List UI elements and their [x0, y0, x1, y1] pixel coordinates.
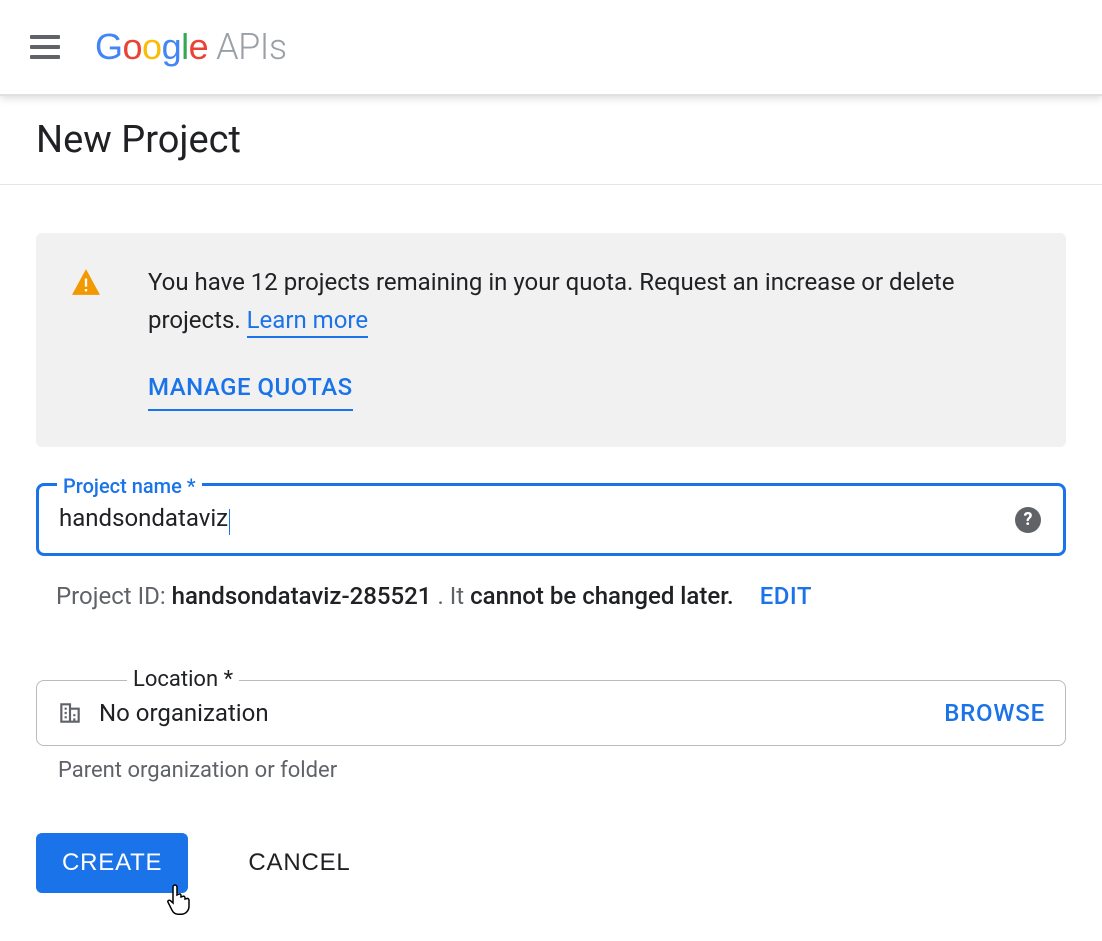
- project-id-mid: . It: [437, 582, 464, 610]
- project-id-prefix: Project ID:: [56, 582, 166, 610]
- location-helper: Parent organization or folder: [36, 758, 1066, 783]
- quota-alert: You have 12 projects remaining in your q…: [36, 233, 1066, 447]
- manage-quotas-link[interactable]: MANAGE QUOTAS: [148, 368, 353, 411]
- browse-button[interactable]: BROWSE: [944, 699, 1045, 727]
- text-caret: [229, 509, 230, 535]
- project-id-value: handsondataviz-285521: [172, 582, 432, 610]
- learn-more-link[interactable]: Learn more: [247, 306, 368, 338]
- project-name-value: handsondataviz: [59, 504, 228, 532]
- location-value-wrap: No organization: [57, 699, 269, 727]
- edit-project-id-link[interactable]: EDIT: [760, 582, 812, 610]
- page-title: New Project: [36, 118, 1066, 162]
- location-field[interactable]: Location * No organization BROWSE: [36, 680, 1066, 746]
- page-title-bar: New Project: [0, 96, 1102, 185]
- alert-body: You have 12 projects remaining in your q…: [148, 263, 1030, 411]
- create-button[interactable]: CREATE: [36, 833, 188, 893]
- project-id-cannot: cannot be changed later.: [470, 582, 734, 610]
- cancel-button[interactable]: CANCEL: [248, 849, 350, 877]
- location-label: Location *: [127, 667, 239, 692]
- project-id-row: Project ID: handsondataviz-285521. It ca…: [36, 582, 1066, 610]
- top-app-bar: Google APIs: [0, 0, 1102, 96]
- help-icon[interactable]: ?: [1015, 507, 1041, 533]
- menu-icon[interactable]: [30, 35, 60, 59]
- project-name-field[interactable]: Project name * handsondataviz ?: [36, 483, 1066, 556]
- google-apis-logo[interactable]: Google APIs: [95, 26, 287, 68]
- warning-icon: [72, 269, 100, 302]
- apis-label: APIs: [216, 26, 287, 68]
- organization-icon: [57, 700, 83, 726]
- action-row: CREATE CANCEL: [36, 833, 1066, 893]
- google-logo-text: Google: [95, 26, 208, 68]
- content-area: You have 12 projects remaining in your q…: [0, 185, 1102, 941]
- project-name-label: Project name *: [57, 474, 202, 498]
- location-value: No organization: [99, 699, 269, 727]
